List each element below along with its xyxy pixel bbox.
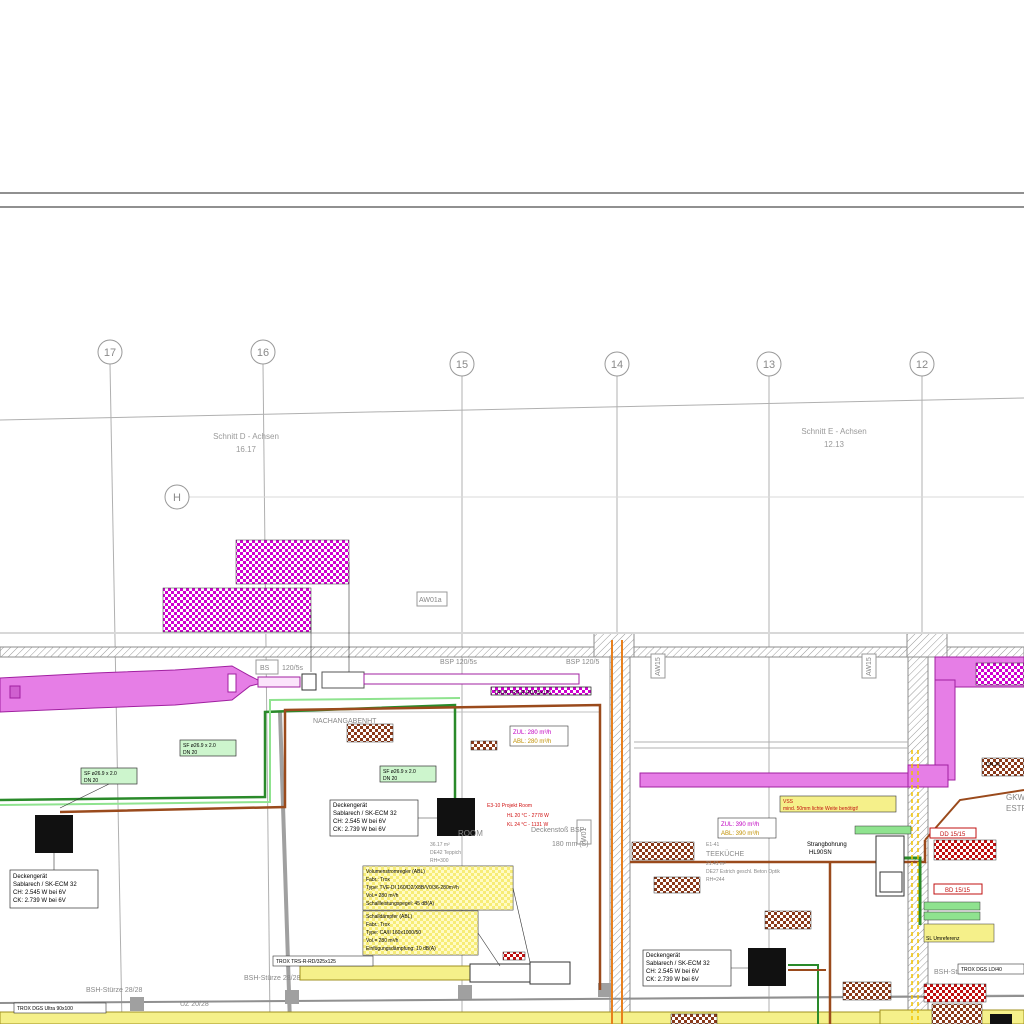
- kitchen-floor: DE27 Estrich geschl. Beton Optik: [706, 869, 780, 875]
- device-right-l3: CK: 2.739 W bei 6V: [646, 977, 699, 983]
- device-left-l1: Sablarech / SK-ECM 32: [13, 882, 77, 888]
- room-label: ROOM: [458, 829, 483, 838]
- device-mid-l1: Sablarech / SK-ECM 32: [333, 811, 397, 817]
- bd-label: BD 15/15: [945, 888, 971, 894]
- volreg-line1: Fabr.: Trox: [366, 877, 390, 883]
- axis-16-label: 16: [257, 347, 269, 359]
- ceiling-unit-left: [35, 815, 73, 853]
- pipe-left2-dn: DN 20: [183, 750, 197, 756]
- section-d-sub: 16.17: [236, 445, 257, 454]
- pipe-left2: SF ø26.9 x 2.0: [183, 743, 216, 749]
- tag-bsp-2: BSP 120/5: [566, 659, 599, 666]
- airflow-mid-abl: ABL: 280 m³/h: [513, 739, 551, 745]
- kitchen-name: TEEKÜCHE: [706, 850, 744, 858]
- damper-line3: Vol.= 280 m³/h: [366, 938, 399, 944]
- dn-right: DN 20: [986, 762, 1000, 768]
- volreg-line4: Schallleistungspegel: 45 dB(A): [366, 901, 434, 907]
- estr-label: ESTR: [1006, 804, 1024, 813]
- airflow-right: ZUL: 390 m³/h ABL: 390 m³/h: [717, 817, 777, 839]
- tag-decke-mm: 180 mm (S): [552, 841, 589, 848]
- room-name: E3-10 Projekt Room: [487, 803, 532, 809]
- device-right-title: Deckengerät: [646, 953, 680, 959]
- vss-l1: VSS: [783, 799, 794, 805]
- pipe-mid: SF ø26.9 x 2.0: [383, 769, 416, 775]
- device-mid-l2: CH: 2.545 W bei 6V: [333, 819, 386, 825]
- trox-d: TROX TRS-R-RD/25x125: [494, 690, 551, 696]
- gkw-label: GKW: [1006, 793, 1024, 802]
- device-right-l1: Sablarech / SK-ECM 32: [646, 961, 710, 967]
- strang-sub: HL90SN: [809, 850, 832, 856]
- hvac-floor-plan: 17 16 15 14 13 12 H Schnitt D - Achsen 1…: [0, 192, 1024, 1024]
- trox-b: TROX DGS Ultra 90x100: [17, 1006, 73, 1012]
- pipe-left1: SF ø26.9 x 2.0: [84, 771, 117, 777]
- device-right-l2: CH: 2.545 W bei 6V: [646, 969, 699, 975]
- device-box-left: Deckengerät Sablarech / SK-ECM 32 CH: 2.…: [9, 869, 99, 909]
- device-left-l2: CH: 2.545 W bei 6V: [13, 890, 66, 896]
- airflow-mid: ZUL: 280 m³/h ABL: 280 m³/h: [509, 725, 569, 747]
- axis-bubbles: [97, 339, 935, 510]
- tag-aw01a: AW01a: [419, 597, 442, 604]
- room-area: 36.17 m²: [430, 842, 450, 848]
- vss-l2: mind. 50mm lichte Weite benötigt!: [783, 806, 858, 812]
- section-e-sub: 12.13: [824, 440, 845, 449]
- axis-h-label: H: [173, 492, 181, 504]
- tag-bs: BS: [260, 665, 270, 672]
- ceiling-unit-right: [748, 948, 786, 986]
- sheet-border: [0, 192, 1024, 208]
- strang-title: Strangbohrung: [807, 842, 847, 848]
- airflow-mid-zul: ZUL: 280 m³/h: [513, 730, 551, 736]
- damper-block: Schalldämpfer (ABL) Fabr.: Trox Type: CA…: [362, 910, 479, 956]
- tag-aw15-right: AW15: [866, 657, 873, 676]
- device-box-mid: Deckengerät Sablarech / SK-ECM 32 CH: 2.…: [329, 799, 419, 837]
- sl-label: SL Umreferenz: [926, 936, 960, 942]
- airflow-right-abl: ABL: 390 m³/h: [721, 831, 759, 837]
- device-box-right: Deckengerät Sablarech / SK-ECM 32 CH: 2.…: [642, 949, 732, 987]
- axis-14-label: 14: [611, 359, 623, 371]
- device-left-l3: CK: 2.739 W bei 6V: [13, 898, 66, 904]
- pipe-labels: SF ø26.9 x 2.0 DN 20 SF ø26.9 x 2.0 DN 2…: [80, 739, 437, 785]
- dd-label: DD 15/15: [940, 832, 966, 838]
- damper-line1: Fabr.: Trox: [366, 922, 390, 928]
- volreg-title: Volumenstromregler (ABL): [366, 869, 425, 875]
- kitchen-code: E1-41: [706, 842, 720, 848]
- device-mid-title: Deckengerät: [333, 803, 367, 809]
- section-e-label: Schnitt E - Achsen: [801, 427, 866, 436]
- pipe-mid-dn: DN 20: [383, 776, 397, 782]
- device-left-title: Deckengerät: [13, 874, 47, 880]
- room-rh: RH=300: [430, 858, 449, 864]
- room-floor: DE42 Teppich: [430, 850, 461, 856]
- tag-decke: Deckenstoß BSP: [531, 827, 585, 834]
- axis-12-label: 12: [916, 359, 928, 371]
- tag-uz: UZ 20/28: [180, 1001, 209, 1008]
- tag-bsh-3: BSH-Stü: [934, 969, 961, 976]
- strang-note: Strangbohrung HL90SN: [807, 842, 847, 856]
- airflow-right-zul: ZUL: 390 m³/h: [721, 822, 759, 828]
- trox-c: TROX DGS LD/40: [961, 967, 1002, 973]
- kitchen-rh: RH=244: [706, 877, 725, 883]
- axis-15-label: 15: [456, 359, 468, 371]
- kitchen-area: 21.41 m²: [706, 861, 726, 867]
- damper-title: Schalldämpfer (ABL): [366, 914, 412, 920]
- damper-line2: Type: CA/II 160x1000/50: [366, 930, 421, 936]
- tag-aw15-left: AW15: [655, 657, 662, 676]
- section-d-label: Schnitt D - Achsen: [213, 432, 279, 441]
- tag-bsh-1: BSH-Stürze 28/28: [86, 987, 143, 994]
- trox-a: TROX TRS-R-RD/325x125: [276, 959, 336, 965]
- vss-note: VSS mind. 50mm lichte Weite benötigt!: [779, 795, 897, 813]
- device-mid-l3: CK: 2.739 W bei 6V: [333, 827, 386, 833]
- damper-line4: Einfügungsdämpfung: 10 dB(A): [366, 946, 436, 952]
- tag-bsp-1: BSP 120/5s: [440, 659, 477, 666]
- pipe-left1-dn: DN 20: [84, 778, 98, 784]
- tag-bsh-2: BSH-Stürze 28/28: [244, 975, 301, 982]
- volreg-line3: Vol.= 280 m³/h: [366, 893, 399, 899]
- room-hl: HL 20 °C - 2778 W: [507, 813, 549, 819]
- volreg-line2: Type: TVE-DI 160/D2/X8B/V0/36-280m³/h: [366, 885, 459, 891]
- tag-bs-dim: 120/5s: [282, 665, 304, 672]
- volume-controller-block: Volumenstromregler (ABL) Fabr.: Trox Typ…: [362, 865, 514, 911]
- axis-17-label: 17: [104, 347, 116, 359]
- room-kl: KL 24 °C - 1131 W: [507, 822, 548, 828]
- axis-13-label: 13: [763, 359, 775, 371]
